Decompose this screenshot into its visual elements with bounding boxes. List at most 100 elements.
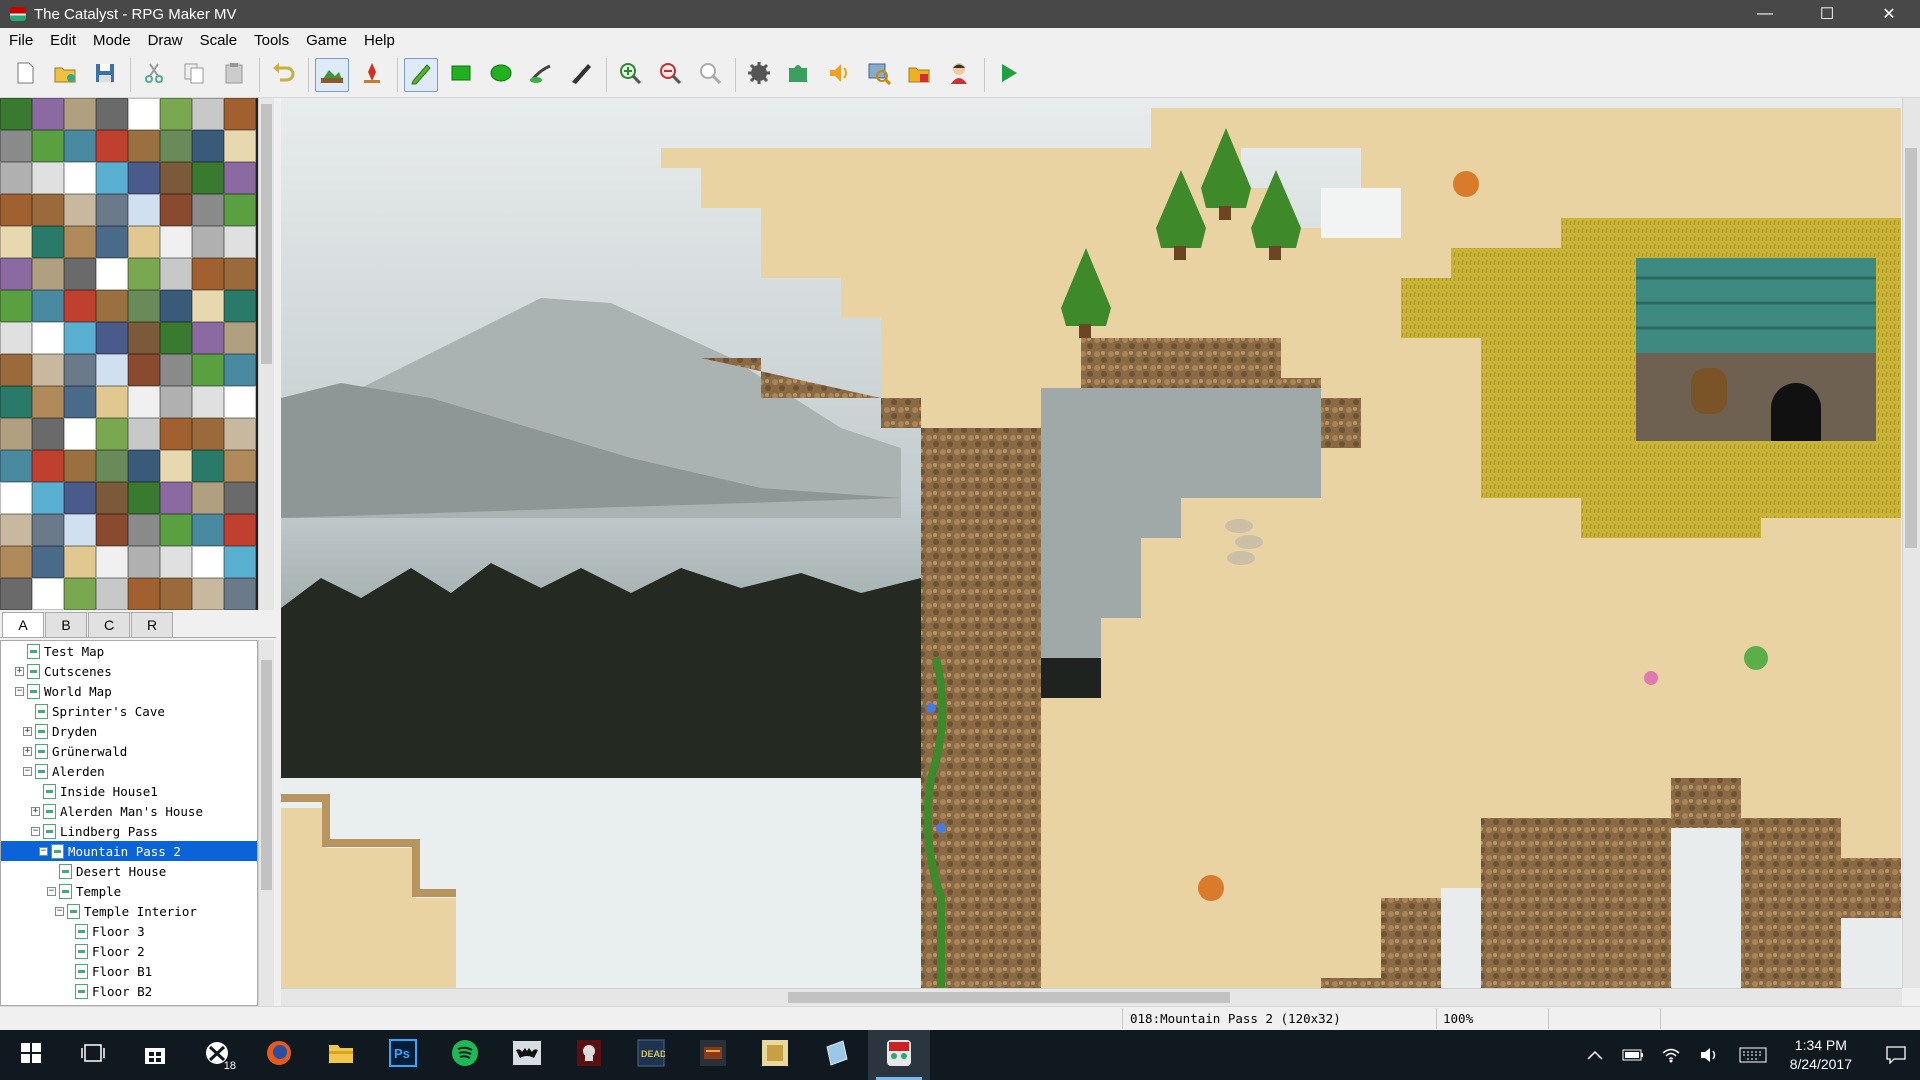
map-tree-item[interactable]: − World Map (1, 681, 257, 701)
tile-swatch[interactable] (128, 578, 160, 610)
tile-swatch[interactable] (96, 354, 128, 386)
sound-test-button[interactable] (822, 58, 856, 92)
tile-swatch[interactable] (224, 354, 256, 386)
collapse-minus-icon[interactable]: − (31, 826, 40, 836)
tile-swatch[interactable] (32, 514, 64, 546)
menu-file[interactable]: File (0, 32, 41, 49)
tile-swatch[interactable] (224, 418, 256, 450)
tile-swatch[interactable] (64, 162, 96, 194)
map-vertical-scrollbar[interactable] (1902, 98, 1920, 988)
tile-swatch[interactable] (64, 354, 96, 386)
tile-swatch[interactable] (160, 418, 192, 450)
tile-swatch[interactable] (0, 130, 32, 162)
tile-swatch[interactable] (192, 290, 224, 322)
ellipse-button[interactable] (484, 58, 518, 92)
collapse-minus-icon[interactable]: − (55, 906, 64, 916)
tile-swatch[interactable] (128, 482, 160, 514)
tile-swatch[interactable] (128, 386, 160, 418)
keyboard-icon[interactable] (1728, 1030, 1778, 1080)
tile-swatch[interactable] (64, 482, 96, 514)
tile-swatch[interactable] (64, 130, 96, 162)
tile-swatch[interactable] (32, 482, 64, 514)
tile-swatch[interactable] (64, 258, 96, 290)
volume-icon[interactable] (1690, 1030, 1728, 1080)
tileset-tab-a[interactable]: A (2, 612, 44, 637)
tile-swatch[interactable] (96, 386, 128, 418)
tile-swatch[interactable] (160, 514, 192, 546)
tile-swatch[interactable] (0, 226, 32, 258)
menu-scale[interactable]: Scale (191, 32, 246, 49)
menu-game[interactable]: Game (297, 32, 355, 49)
tile-swatch[interactable] (96, 162, 128, 194)
tile-swatch[interactable] (0, 418, 32, 450)
tile-swatch[interactable] (96, 258, 128, 290)
tile-swatch[interactable] (128, 546, 160, 578)
tile-swatch[interactable] (64, 226, 96, 258)
taskbar-app-game4[interactable] (744, 1030, 806, 1080)
taskbar-xbox[interactable]: 18 (186, 1030, 248, 1080)
map-tree-item[interactable]: Floor B1 (1, 961, 257, 981)
tile-swatch[interactable] (0, 578, 32, 610)
tile-swatch[interactable] (160, 354, 192, 386)
collapse-minus-icon[interactable]: − (39, 846, 48, 856)
playtest-button[interactable] (991, 58, 1025, 92)
close-button[interactable]: ✕ (1858, 0, 1920, 28)
taskbar-app-game2[interactable]: DEAD (620, 1030, 682, 1080)
tile-swatch[interactable] (0, 546, 32, 578)
tile-swatch[interactable] (192, 354, 224, 386)
zoom-in-button[interactable] (613, 58, 647, 92)
battery-icon[interactable] (1614, 1030, 1652, 1080)
plugin-manager-button[interactable] (782, 58, 816, 92)
expand-plus-icon[interactable]: + (23, 746, 32, 756)
tile-swatch[interactable] (128, 418, 160, 450)
tile-swatch[interactable] (32, 546, 64, 578)
tile-swatch[interactable] (0, 354, 32, 386)
tile-swatch[interactable] (224, 386, 256, 418)
tile-swatch[interactable] (64, 514, 96, 546)
tile-swatch[interactable] (64, 98, 96, 130)
map-tree-scroll-thumb[interactable] (261, 660, 272, 890)
expand-plus-icon[interactable]: + (31, 806, 40, 816)
tile-swatch[interactable] (96, 418, 128, 450)
paste-button[interactable] (217, 58, 251, 92)
tile-swatch[interactable] (128, 450, 160, 482)
character-generator-button[interactable] (942, 58, 976, 92)
tile-swatch[interactable] (32, 354, 64, 386)
tile-swatch[interactable] (224, 322, 256, 354)
tile-swatch[interactable] (32, 578, 64, 610)
tile-swatch[interactable] (128, 290, 160, 322)
tile-swatch[interactable] (128, 226, 160, 258)
tile-swatch[interactable] (128, 322, 160, 354)
tile-swatch[interactable] (128, 514, 160, 546)
tile-swatch[interactable] (160, 578, 192, 610)
taskbar-spotify[interactable] (434, 1030, 496, 1080)
map-mode-button[interactable] (315, 57, 349, 92)
map-tree-item[interactable]: Floor 3 (1, 921, 257, 941)
event-searcher-button[interactable] (862, 58, 896, 92)
tile-swatch[interactable] (160, 162, 192, 194)
tile-swatch[interactable] (96, 482, 128, 514)
tile-swatch[interactable] (192, 450, 224, 482)
collapse-minus-icon[interactable]: − (47, 886, 56, 896)
menu-edit[interactable]: Edit (41, 32, 84, 49)
tile-swatch[interactable] (224, 194, 256, 226)
tile-swatch[interactable] (64, 290, 96, 322)
taskbar-photoshop[interactable]: Ps (372, 1030, 434, 1080)
map-tree-item[interactable]: + Alerden Man's House (1, 801, 257, 821)
tile-swatch[interactable] (128, 98, 160, 130)
tile-swatch[interactable] (96, 290, 128, 322)
tileset-palette[interactable] (0, 98, 258, 610)
tile-swatch[interactable] (192, 162, 224, 194)
tile-swatch[interactable] (64, 450, 96, 482)
flood-fill-button[interactable] (524, 58, 558, 92)
database-button[interactable] (742, 58, 776, 92)
tile-swatch[interactable] (160, 450, 192, 482)
tile-swatch[interactable] (160, 290, 192, 322)
tile-swatch[interactable] (224, 98, 256, 130)
tile-swatch[interactable] (96, 98, 128, 130)
tile-swatch[interactable] (160, 130, 192, 162)
tile-swatch[interactable] (192, 322, 224, 354)
tile-swatch[interactable] (32, 290, 64, 322)
map-tree-item[interactable]: − Alerden (1, 761, 257, 781)
tile-swatch[interactable] (32, 98, 64, 130)
